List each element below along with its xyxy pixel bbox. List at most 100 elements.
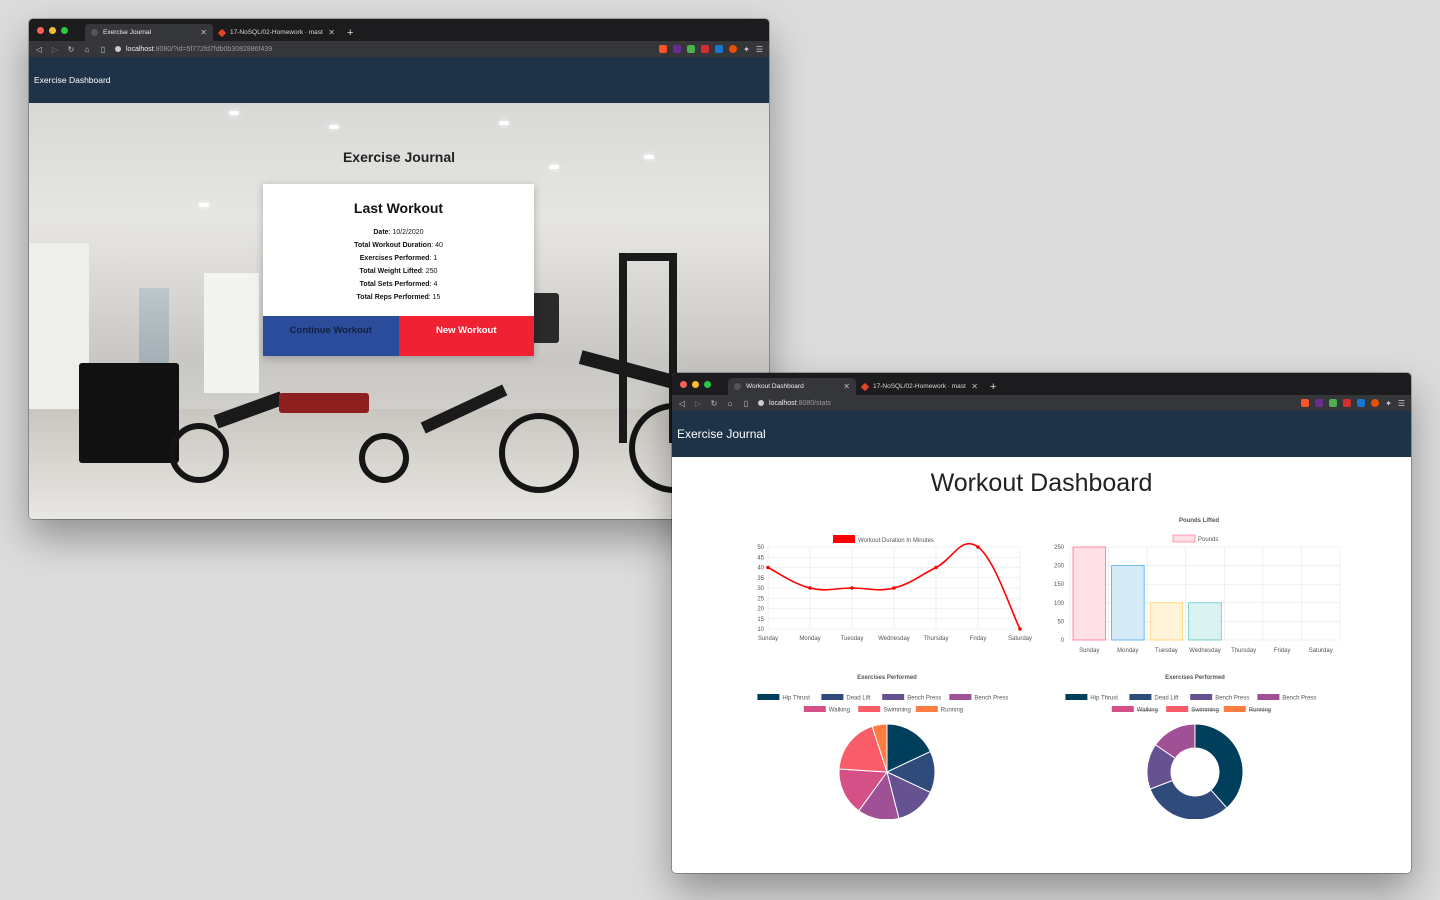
bar[interactable] xyxy=(1111,565,1145,641)
legend-swatch[interactable] xyxy=(757,694,780,700)
rewards-icon[interactable] xyxy=(1315,399,1324,407)
new-workout-button[interactable]: New Workout xyxy=(398,316,534,356)
legend-label[interactable]: Workout Duration In Minutes xyxy=(858,538,934,544)
minimize-window-button[interactable] xyxy=(49,27,56,34)
exercises-donut-chart: Exercises Performed Hip Thrust Dead Lift Be… xyxy=(1065,675,1316,819)
legend-label[interactable]: Swimming xyxy=(1191,708,1219,714)
url-path: :8080/stats xyxy=(796,399,831,407)
data-point[interactable] xyxy=(976,545,980,549)
legend-swatch[interactable] xyxy=(1166,706,1189,712)
reload-icon[interactable]: ↻ xyxy=(710,399,718,408)
timer-extension-icon[interactable] xyxy=(1343,399,1352,407)
rewards-icon[interactable] xyxy=(673,45,682,53)
legend-label[interactable]: Walking xyxy=(1137,708,1158,714)
y-tick-label: 0 xyxy=(1061,638,1065,644)
legend-label[interactable]: Dead Lift xyxy=(1154,696,1178,702)
legend-label[interactable]: Hip Thrust xyxy=(782,696,810,702)
legend-swatch[interactable] xyxy=(803,706,826,712)
timer-extension-icon[interactable] xyxy=(701,45,710,53)
tab-gitlab-homework[interactable]: 17-NoSQL/02-Homework · mast ✕ xyxy=(213,24,341,41)
bookmark-icon[interactable]: ▯ xyxy=(742,399,750,408)
data-point[interactable] xyxy=(766,565,770,570)
legend-label[interactable]: Running xyxy=(941,708,963,714)
navbar-brand[interactable]: Exercise Dashboard xyxy=(34,75,111,85)
close-window-button[interactable] xyxy=(680,381,687,388)
app-navbar: Exercise Dashboard xyxy=(29,57,769,103)
maximize-window-button[interactable] xyxy=(704,381,711,388)
workout-dashboard-window: Workout Dashboard ✕ 17-NoSQL/02-Homework… xyxy=(672,373,1411,873)
close-icon[interactable]: ✕ xyxy=(971,382,978,391)
bar[interactable] xyxy=(1149,602,1184,641)
y-tick-label: 25 xyxy=(757,596,764,602)
address-bar[interactable]: localhost:8080/stats xyxy=(758,397,1293,409)
legend-label[interactable]: Pounds xyxy=(1198,537,1218,543)
tab-exercise-journal[interactable]: Exercise Journal ✕ xyxy=(85,24,213,41)
new-tab-button[interactable]: + xyxy=(341,27,359,41)
home-icon[interactable]: ⌂ xyxy=(83,45,91,54)
navbar-brand[interactable]: Exercise Journal xyxy=(677,427,766,441)
legend-label[interactable]: Walking xyxy=(829,708,850,714)
legend-swatch[interactable] xyxy=(833,535,855,543)
legend-label[interactable]: Swimming xyxy=(883,708,911,714)
address-bar[interactable]: localhost:8080/?id=5f772fd7fdb0b3082886f… xyxy=(115,43,651,55)
legend-label[interactable]: Bench Press xyxy=(1282,696,1316,702)
color-picker-icon[interactable] xyxy=(687,45,696,53)
extension-icon[interactable] xyxy=(715,45,724,53)
bar[interactable] xyxy=(1072,546,1106,641)
data-point[interactable] xyxy=(808,586,812,590)
legend-swatch[interactable] xyxy=(1190,694,1213,700)
legend-label[interactable]: Running xyxy=(1249,708,1271,714)
extension-icon[interactable] xyxy=(1357,399,1366,407)
legend-label[interactable]: Bench Press xyxy=(907,696,941,702)
new-tab-button[interactable]: + xyxy=(984,381,1002,395)
color-picker-icon[interactable] xyxy=(1329,399,1338,407)
minimize-window-button[interactable] xyxy=(692,381,699,388)
close-window-button[interactable] xyxy=(37,27,44,34)
legend-swatch[interactable] xyxy=(1065,694,1088,700)
home-icon[interactable]: ⌂ xyxy=(726,399,734,408)
reload-icon[interactable]: ↻ xyxy=(67,45,75,54)
forward-icon[interactable]: ▷ xyxy=(694,399,702,408)
brave-shield-icon[interactable] xyxy=(659,45,668,53)
data-point[interactable] xyxy=(1018,627,1022,631)
maximize-window-button[interactable] xyxy=(61,27,68,34)
legend-swatch[interactable] xyxy=(1129,694,1152,700)
page-title: Exercise Journal xyxy=(342,149,456,165)
bookmark-icon[interactable]: ▯ xyxy=(99,45,107,54)
data-point[interactable] xyxy=(892,586,896,590)
extension-icon[interactable] xyxy=(729,45,738,53)
close-icon[interactable]: ✕ xyxy=(200,28,207,37)
close-icon[interactable]: ✕ xyxy=(328,28,335,37)
legend-swatch[interactable] xyxy=(949,694,972,700)
legend-swatch[interactable] xyxy=(915,706,938,712)
forward-icon[interactable]: ▷ xyxy=(51,45,59,54)
legend-label[interactable]: Bench Press xyxy=(1215,696,1249,702)
legend-swatch[interactable] xyxy=(1172,534,1196,543)
legend-label[interactable]: Hip Thrust xyxy=(1090,696,1118,702)
tab-gitlab-homework[interactable]: 17-NoSQL/02-Homework · mast ✕ xyxy=(856,378,984,395)
back-icon[interactable]: ◁ xyxy=(35,45,43,54)
puzzle-icon[interactable]: ✦ xyxy=(743,45,750,54)
legend-swatch[interactable] xyxy=(858,706,881,712)
legend-swatch[interactable] xyxy=(821,694,844,700)
legend-swatch[interactable] xyxy=(1257,694,1280,700)
legend-swatch[interactable] xyxy=(882,694,905,700)
extension-icon[interactable] xyxy=(1371,399,1380,407)
data-point[interactable] xyxy=(850,586,854,590)
brave-shield-icon[interactable] xyxy=(1301,399,1310,407)
legend-label[interactable]: Dead Lift xyxy=(846,696,870,702)
chart-title: Exercises Performed xyxy=(1165,675,1225,681)
legend-label[interactable]: Bench Press xyxy=(974,696,1008,702)
data-point[interactable] xyxy=(934,565,938,570)
continue-workout-button[interactable]: Continue Workout xyxy=(263,316,399,356)
url-path: :8080/?id=5f772fd7fdb0b3082886f439 xyxy=(153,45,273,53)
tab-workout-dashboard[interactable]: Workout Dashboard ✕ xyxy=(728,378,856,395)
menu-icon[interactable]: ☰ xyxy=(1398,399,1405,408)
puzzle-icon[interactable]: ✦ xyxy=(1385,399,1392,408)
legend-swatch[interactable] xyxy=(1111,706,1134,712)
bar[interactable] xyxy=(1188,602,1222,641)
legend-swatch[interactable] xyxy=(1223,706,1246,712)
close-icon[interactable]: ✕ xyxy=(843,382,850,391)
back-icon[interactable]: ◁ xyxy=(678,399,686,408)
menu-icon[interactable]: ☰ xyxy=(756,45,763,54)
